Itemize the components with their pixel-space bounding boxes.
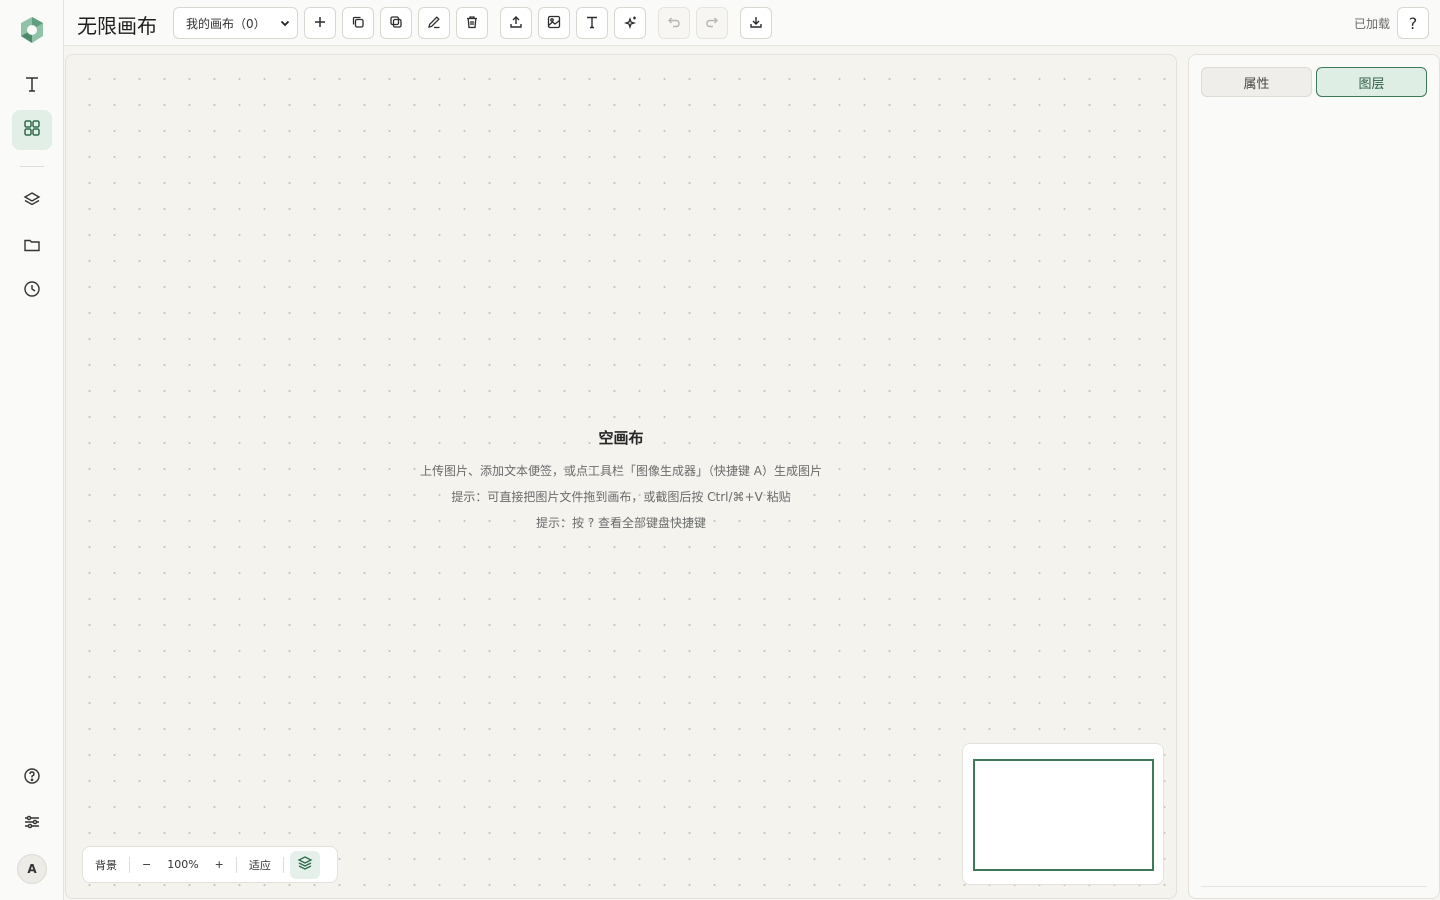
- rail-help-button[interactable]: [12, 758, 52, 798]
- canvas-select[interactable]: 我的画布（0）: [173, 7, 298, 39]
- upload-icon: [509, 14, 523, 33]
- divider: [1201, 886, 1427, 887]
- empty-state: 空画布 上传图片、添加文本便签，或点工具栏「图像生成器」（快捷键 A）生成图片 …: [66, 427, 1176, 536]
- right-panel: 属性 图层: [1188, 54, 1440, 899]
- download-icon: [749, 14, 763, 33]
- status-text: 已加载: [1354, 17, 1391, 31]
- duplicate-button[interactable]: [342, 7, 374, 39]
- chevron-down-icon: [279, 17, 291, 32]
- history-icon: [23, 280, 41, 302]
- canvas-select-value: 我的画布（0）: [186, 16, 266, 31]
- settings-sliders-icon: [23, 813, 41, 835]
- rail-history-button[interactable]: [12, 271, 52, 311]
- redo-icon: [705, 14, 719, 33]
- background-button[interactable]: 背景: [83, 857, 129, 873]
- undo-button[interactable]: [658, 7, 690, 39]
- delete-button[interactable]: [456, 7, 488, 39]
- rail-layers-button[interactable]: [12, 182, 52, 222]
- grid-icon: [23, 119, 41, 141]
- text-button[interactable]: [576, 7, 608, 39]
- delete-icon: [465, 14, 479, 33]
- left-rail: A: [0, 0, 64, 900]
- zoom-bar: 背景 − 100% + 适应: [82, 846, 338, 883]
- help-button[interactable]: ?: [1397, 7, 1429, 39]
- add-icon: [313, 14, 327, 33]
- empty-hint-line: 提示：按 ? 查看全部键盘快捷键: [536, 516, 706, 530]
- upload-button[interactable]: [500, 7, 532, 39]
- undo-icon: [667, 14, 681, 33]
- top-toolbar: 无限画布 我的画布（0） 已加载 ?: [64, 0, 1440, 46]
- divider: [282, 856, 284, 873]
- app-logo-icon[interactable]: [16, 14, 48, 46]
- minimap-viewport[interactable]: [973, 759, 1154, 871]
- zoom-in-button[interactable]: +: [203, 858, 236, 871]
- folder-icon: [23, 236, 41, 258]
- minimap[interactable]: [962, 743, 1164, 885]
- duplicate-icon: [351, 14, 365, 33]
- layers-icon: [297, 855, 313, 874]
- avatar[interactable]: A: [17, 854, 47, 884]
- tab-properties[interactable]: 属性: [1201, 67, 1312, 97]
- rail-text-button[interactable]: [12, 66, 52, 106]
- rail-divider: [20, 166, 44, 167]
- ai-sparkle-icon: [623, 14, 637, 33]
- copy-button[interactable]: [380, 7, 412, 39]
- canvas-area[interactable]: 空画布 上传图片、添加文本便签，或点工具栏「图像生成器」（快捷键 A）生成图片 …: [65, 54, 1177, 899]
- fit-button[interactable]: 适应: [237, 857, 283, 873]
- layers-toggle-button[interactable]: [289, 850, 320, 879]
- rail-folder-button[interactable]: [12, 227, 52, 267]
- zoom-out-button[interactable]: −: [130, 858, 163, 871]
- download-button[interactable]: [740, 7, 772, 39]
- edit-button[interactable]: [418, 7, 450, 39]
- app-title: 无限画布: [77, 14, 157, 38]
- redo-button[interactable]: [696, 7, 728, 39]
- tab-layers[interactable]: 图层: [1316, 67, 1427, 97]
- edit-icon: [427, 14, 441, 33]
- rail-settings-button[interactable]: [12, 804, 52, 844]
- text-icon: [585, 14, 599, 33]
- rail-grid-button[interactable]: [12, 110, 52, 150]
- empty-title: 空画布: [598, 429, 644, 447]
- zoom-level: 100%: [167, 858, 199, 871]
- text-icon: [23, 75, 41, 97]
- layers-icon: [23, 191, 41, 213]
- image-generator-button[interactable]: [614, 7, 646, 39]
- empty-hint-line: 上传图片、添加文本便签，或点工具栏「图像生成器」（快捷键 A）生成图片: [419, 464, 823, 478]
- help-circle-icon: [23, 767, 41, 789]
- image-button[interactable]: [538, 7, 570, 39]
- empty-hint-line: 提示：可直接把图片文件拖到画布，或截图后按 Ctrl/⌘+V 粘贴: [451, 490, 791, 504]
- copy-icon: [389, 14, 403, 33]
- image-icon: [547, 14, 561, 33]
- add-button[interactable]: [304, 7, 336, 39]
